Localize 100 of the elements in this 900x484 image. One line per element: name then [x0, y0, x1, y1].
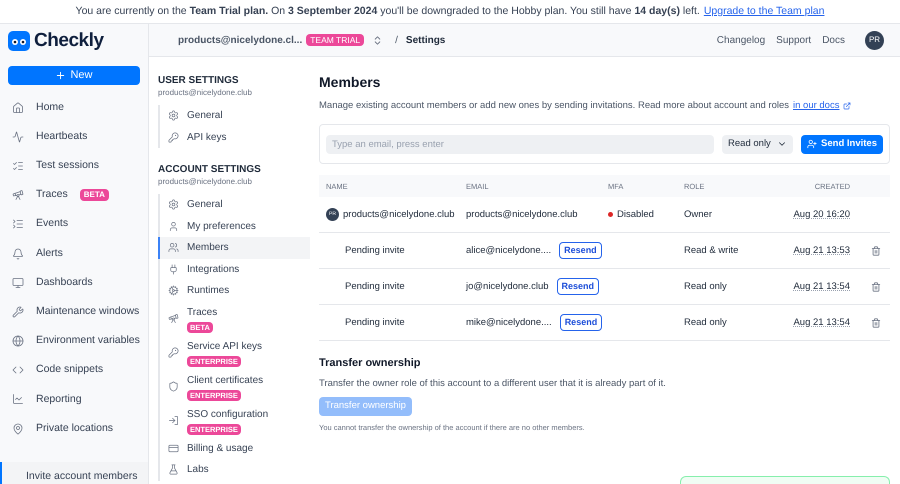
item-label: General [187, 198, 223, 212]
item-label: Code snippets [36, 362, 104, 378]
email-input[interactable]: Type an email, press enter [326, 134, 714, 154]
member-email: alice@nicelydone.... [466, 244, 552, 258]
sidebar-item[interactable]: Test sessions [0, 151, 148, 181]
member-name: Pending invite [344, 244, 406, 258]
send-invites-button[interactable]: Send Invites [801, 134, 883, 154]
resend-button[interactable]: Resend [560, 314, 602, 332]
item-label: Integrations [187, 262, 240, 277]
item-label: Test sessions [36, 158, 100, 174]
header-link[interactable]: Docs [822, 32, 845, 48]
item-label: Dashboards [36, 274, 93, 290]
home-icon [12, 102, 24, 114]
member-name: Pending invite [344, 316, 406, 330]
user-icon [168, 220, 179, 232]
sidebar-item[interactable]: Private locations [0, 414, 148, 444]
created-date: Aug 21 13:54 [792, 316, 850, 330]
upgrade-link[interactable]: Upgrade to the Team plan [704, 4, 824, 20]
logo-icon [8, 31, 30, 51]
sidebar-item[interactable]: Maintenance windows [0, 297, 148, 326]
resend-button[interactable]: Resend [556, 278, 600, 296]
section-title: ACCOUNT SETTINGS [158, 163, 262, 176]
resend-button[interactable]: Resend [559, 242, 602, 260]
external-link-icon [843, 102, 852, 110]
item-label: General [187, 109, 223, 124]
item-label: Service API keys [187, 340, 262, 354]
settings-nav-item[interactable]: Labs [158, 459, 310, 480]
settings-nav-item[interactable]: General [158, 194, 310, 216]
beta-badge: BETA [80, 189, 109, 202]
item-label: Events [36, 216, 68, 232]
settings-nav-item[interactable]: API keys [158, 126, 310, 148]
header-link[interactable]: Changelog [716, 32, 766, 48]
new-button[interactable]: New [8, 66, 140, 85]
settings-icon [168, 110, 179, 122]
account-name[interactable]: products@nicelydone.cl... [178, 32, 302, 48]
sidebar-item[interactable]: Traces BETA [0, 180, 148, 210]
sidebar-item[interactable]: Alerts [0, 238, 148, 268]
section-subtitle: products@nicelydone.club [158, 87, 253, 99]
section-title: USER SETTINGS [158, 74, 240, 87]
cog-icon [168, 285, 179, 296]
item-label: Traces [187, 306, 218, 320]
plug-icon [168, 264, 179, 275]
item-label: Environment variables [36, 333, 140, 348]
pin-icon [12, 422, 24, 435]
sidebar-item[interactable]: Code snippets [0, 356, 148, 385]
login-icon [168, 415, 179, 426]
delete-icon[interactable] [871, 282, 881, 292]
shield-icon [168, 381, 179, 392]
monitor-icon [12, 276, 24, 289]
item-label: Invite account members [26, 469, 138, 484]
sidebar-item[interactable]: Dashboards [0, 268, 148, 298]
settings-nav-item[interactable]: Billing & usage [158, 438, 310, 459]
code-icon [12, 364, 24, 376]
item-label: Billing & usage [187, 442, 254, 456]
sidebar-item[interactable]: Home [0, 93, 148, 122]
user-avatar[interactable]: PR [865, 30, 884, 50]
flask-icon [168, 464, 179, 476]
settings-nav-item[interactable]: Members [158, 237, 310, 258]
member-role: Read only [684, 280, 728, 294]
settings-icon [168, 199, 179, 210]
member-role: Read & write [684, 244, 740, 258]
item-label: SSO configuration [187, 408, 268, 422]
sidebar-item[interactable]: Reporting [0, 384, 148, 414]
docs-link[interactable]: in our docs [793, 99, 840, 114]
delete-icon[interactable] [871, 318, 881, 328]
users-icon [168, 242, 179, 254]
invite-members-item[interactable]: Invite account members [0, 462, 148, 484]
item-label: Reporting [36, 392, 82, 407]
member-name: Pending invite [344, 280, 406, 294]
created-date: Aug 21 13:54 [792, 280, 850, 294]
list-icon [12, 218, 24, 230]
created-date: Aug 20 16:20 [792, 208, 850, 222]
mfa-status: Disabled [617, 208, 654, 222]
member-role: Read only [684, 316, 728, 330]
settings-nav-item[interactable]: General [158, 105, 310, 126]
settings-nav-item[interactable]: Runtimes [158, 280, 310, 302]
user-plus-icon [807, 139, 818, 150]
role-select[interactable]: Read only [722, 134, 794, 154]
item-label: Members [187, 241, 229, 256]
settings-nav-item[interactable]: My preferences [158, 216, 310, 237]
sidebar-item[interactable]: Events [0, 210, 148, 239]
telescope-icon [168, 313, 179, 324]
header-link[interactable]: Support [776, 32, 812, 48]
delete-icon[interactable] [871, 246, 881, 256]
key-icon [168, 347, 179, 358]
card-icon [168, 442, 179, 454]
sidebar-item[interactable]: Environment variables [0, 326, 148, 356]
key-icon [168, 132, 179, 143]
chart-icon [12, 393, 24, 406]
item-label: Alerts [36, 246, 63, 261]
page-heading: Members [319, 73, 382, 91]
item-label: Home [36, 100, 64, 115]
item-label: Runtimes [187, 284, 230, 298]
settings-nav-item[interactable]: Integrations [158, 258, 310, 280]
member-email: mike@nicelydone.... [466, 316, 552, 330]
transfer-description: Transfer the owner role of this account to a different user that it is already part of it. [319, 376, 667, 391]
sidebar-item[interactable]: Heartbeats [0, 122, 148, 152]
member-role: Owner [684, 208, 713, 222]
member-name: products@nicelydone.club [343, 208, 455, 222]
item-label: My preferences [187, 220, 256, 234]
